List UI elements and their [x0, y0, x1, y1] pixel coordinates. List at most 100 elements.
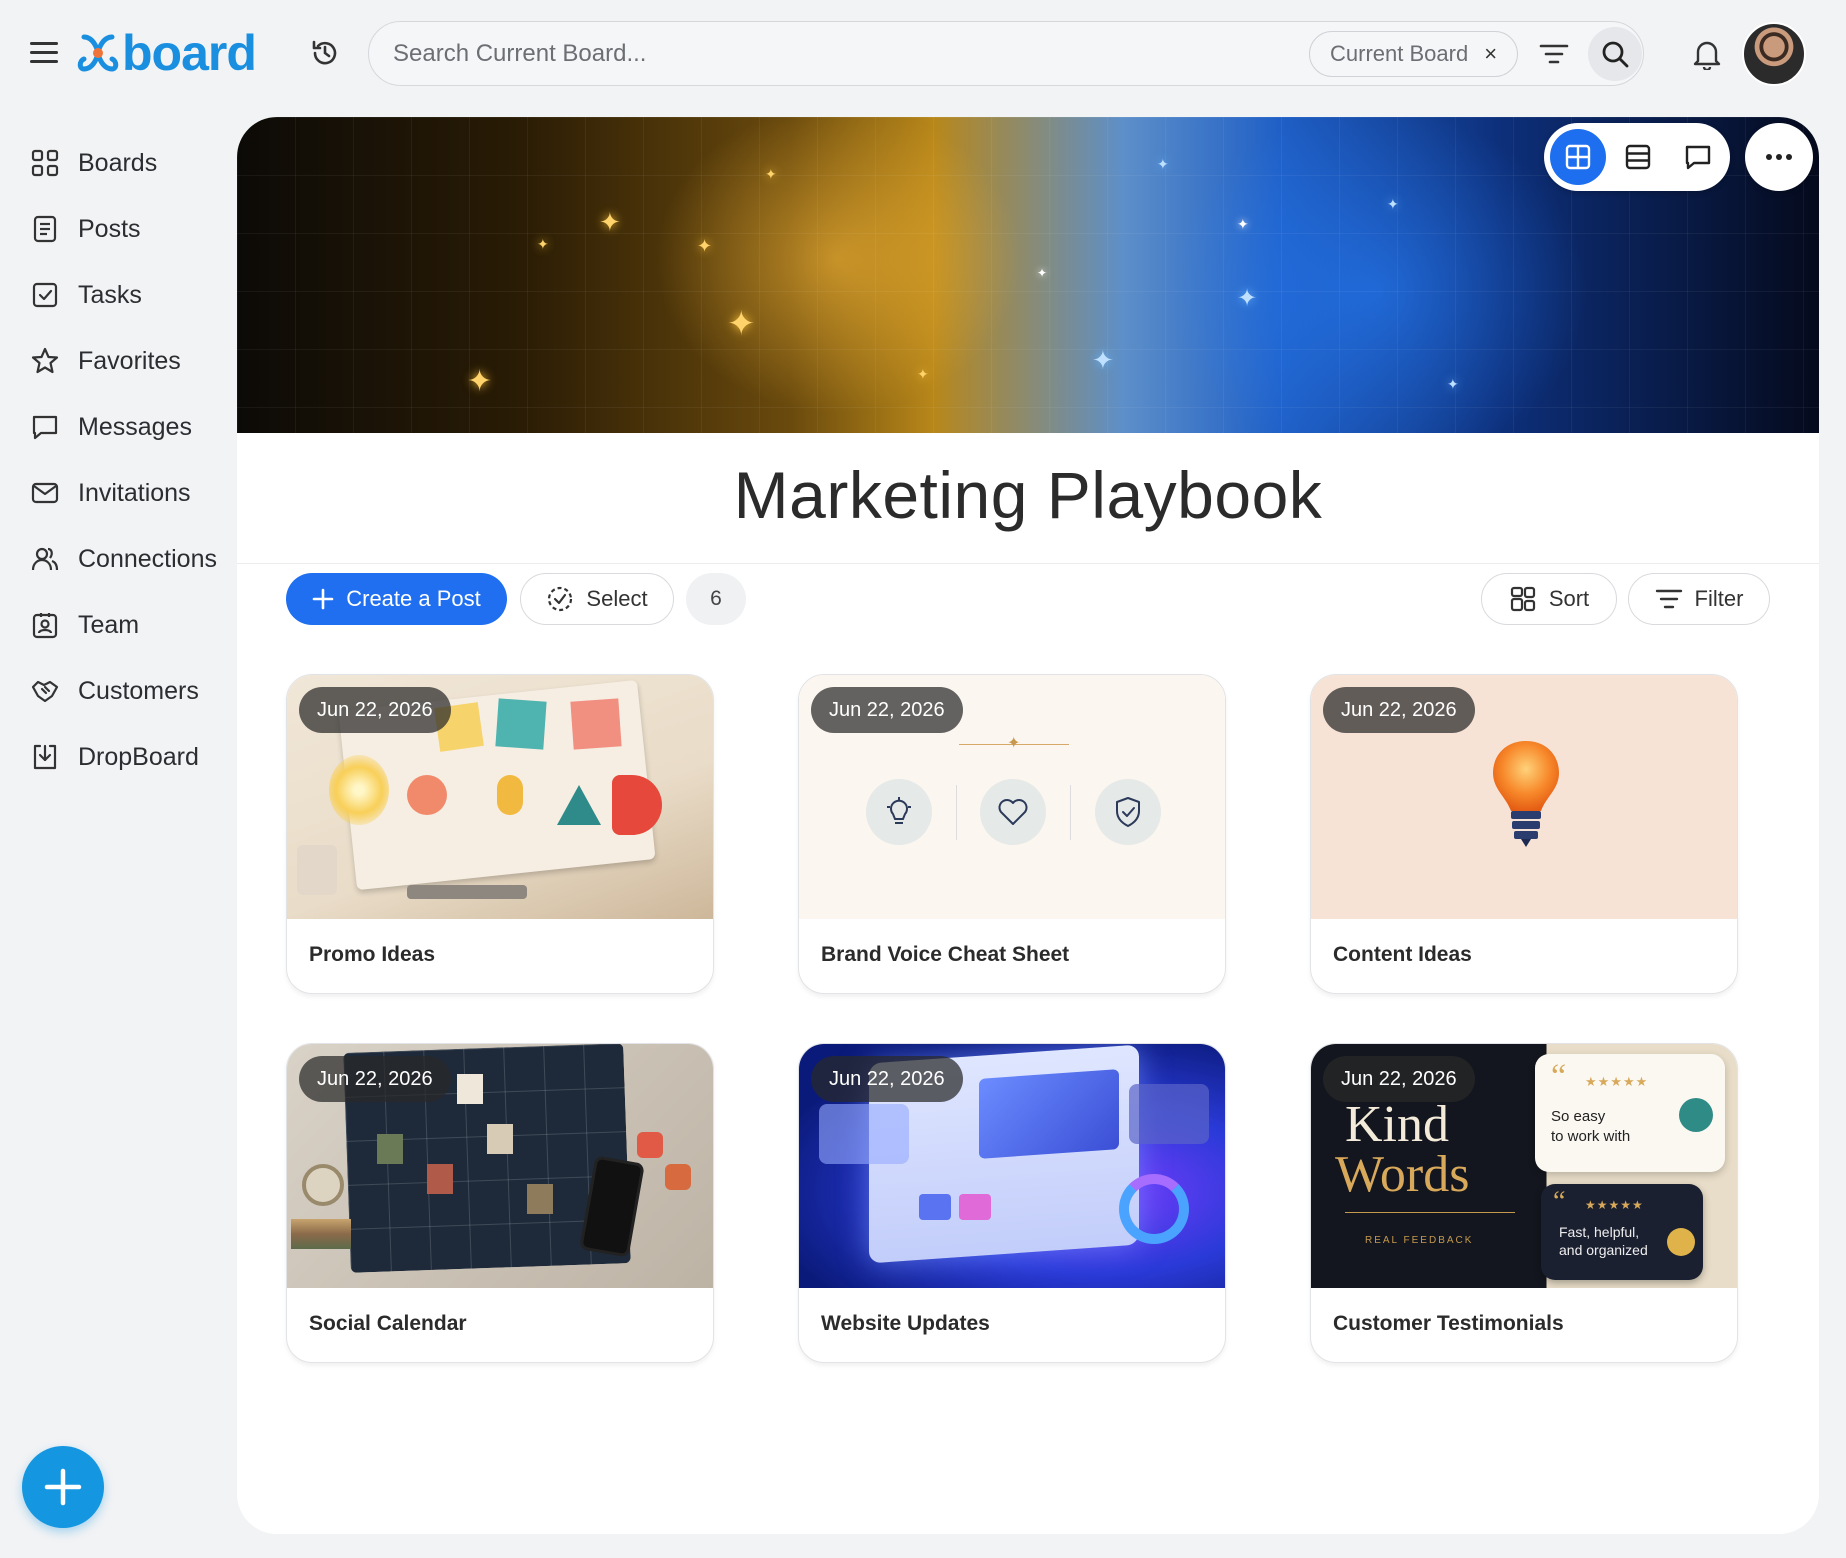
scope-chip[interactable]: Current Board ×	[1309, 31, 1519, 77]
sidebar-item-posts[interactable]: Posts	[0, 196, 236, 262]
sidebar-item-messages[interactable]: Messages	[0, 394, 236, 460]
sort-label: Sort	[1548, 586, 1590, 611]
star-sparkle: ✦	[599, 207, 621, 237]
swatches-art	[291, 1219, 351, 1249]
post-title: Customer Testimonials	[1333, 1312, 1564, 1335]
post-count-badge: 6	[686, 573, 746, 625]
photo-tile	[427, 1164, 453, 1194]
bell-icon[interactable]	[1692, 38, 1722, 70]
lightbulb-icon	[866, 779, 932, 845]
shape-art	[497, 775, 523, 815]
photo-tile	[487, 1124, 513, 1154]
chat-view-icon	[1685, 145, 1711, 170]
sidebar-item-label: Invitations	[78, 478, 191, 507]
testimonial-tagline: REAL FEEDBACK	[1365, 1235, 1474, 1246]
menu-icon[interactable]	[30, 42, 58, 64]
post-date: Jun 22, 2026	[811, 687, 963, 733]
sort-button[interactable]: Sort	[1481, 573, 1617, 625]
photo-tile	[457, 1074, 483, 1104]
check-badge-icon	[1667, 1228, 1695, 1256]
star-sparkle: ✦	[537, 236, 549, 252]
sidebar-item-connections[interactable]: Connections	[0, 526, 236, 592]
select-button[interactable]: Select	[520, 573, 674, 625]
post-date: Jun 22, 2026	[1323, 1056, 1475, 1102]
post-title: Promo Ideas	[309, 943, 436, 966]
quote-text: Fast, helpful,	[1559, 1224, 1640, 1240]
thumb-tile	[919, 1194, 951, 1220]
search-button[interactable]	[1588, 27, 1642, 81]
search-input[interactable]	[393, 34, 1273, 74]
sidebar-item-boards[interactable]: Boards	[0, 130, 236, 196]
divider	[1070, 785, 1071, 840]
post-title: Brand Voice Cheat Sheet	[821, 943, 1070, 966]
board-banner: ✦ ✦ ✦ ✦ ✦ ✦ ✦ ✦ ✦ ✦ ✦ ✦ ✦ ✦	[237, 117, 1819, 433]
quote-icon: “	[1553, 1186, 1566, 1217]
star-sparkle: ✦	[917, 366, 929, 382]
lightbulb-art	[1493, 741, 1559, 847]
filter-lines-icon[interactable]	[1539, 40, 1569, 68]
testimonial-headline: Words	[1335, 1146, 1470, 1203]
post-card-social-calendar[interactable]: Jun 22, 2026 Social Calendar	[286, 1043, 714, 1363]
laptop-art	[407, 885, 527, 899]
star-sparkle: ✦	[697, 236, 713, 256]
history-icon[interactable]	[310, 38, 340, 68]
post-card-promo-ideas[interactable]: Jun 22, 2026 Promo Ideas	[286, 674, 714, 994]
scope-chip-label: Current Board	[1330, 41, 1469, 66]
sticky-note	[495, 698, 547, 750]
list-view-button[interactable]	[1610, 129, 1666, 185]
quote-icon: “	[1551, 1058, 1567, 1095]
board-title: Marketing Playbook	[733, 458, 1323, 532]
list-view-icon	[1625, 144, 1651, 170]
quote-text: to work with	[1551, 1128, 1631, 1145]
post-card-customer-testimonials[interactable]: Kind Words REAL FEEDBACK “ ★★★★★ So easy…	[1310, 1043, 1738, 1363]
quote-bubble: “ ★★★★★ So easy to work with	[1535, 1054, 1725, 1172]
refresh-icon	[1119, 1174, 1189, 1244]
heart-icon	[980, 779, 1046, 845]
close-icon[interactable]: ×	[1484, 41, 1497, 67]
sidebar-item-dropboard[interactable]: DropBoard	[0, 724, 236, 790]
sidebar-item-label: Favorites	[78, 346, 181, 375]
floating-panel-art	[819, 1104, 909, 1164]
post-date: Jun 22, 2026	[299, 1056, 451, 1102]
search-bar: Current Board ×	[368, 21, 1644, 86]
star-sparkle: ✦	[1237, 216, 1249, 232]
chat-view-button[interactable]	[1670, 129, 1726, 185]
star-sparkle: ✦	[1037, 266, 1048, 280]
select-label: Select	[586, 586, 648, 611]
avatar[interactable]	[1742, 22, 1806, 86]
grid-view-icon	[1565, 144, 1591, 170]
post-date: Jun 22, 2026	[1323, 687, 1475, 733]
grid-view-button[interactable]	[1550, 129, 1606, 185]
sidebar-item-label: Posts	[78, 214, 141, 243]
filter-button[interactable]: Filter	[1628, 573, 1770, 625]
mountain-art	[557, 785, 601, 825]
post-date: Jun 22, 2026	[299, 687, 451, 733]
people-icon	[31, 547, 59, 571]
logo[interactable]: board	[76, 25, 257, 81]
more-options-button[interactable]	[1745, 123, 1813, 191]
star-sparkle: ✦	[1387, 196, 1399, 212]
sidebar-item-invitations[interactable]: Invitations	[0, 460, 236, 526]
sidebar: Boards Posts Tasks Favorites Messages In…	[0, 130, 236, 790]
post-card-website-updates[interactable]: Jun 22, 2026 Website Updates	[798, 1043, 1226, 1363]
post-card-content-ideas[interactable]: Jun 22, 2026 Content Ideas	[1310, 674, 1738, 994]
sidebar-item-customers[interactable]: Customers	[0, 658, 236, 724]
hero-image-art	[979, 1069, 1119, 1159]
ellipsis-icon	[1766, 154, 1792, 160]
sidebar-item-team[interactable]: Team	[0, 592, 236, 658]
shape-art	[407, 775, 447, 815]
heart-badge-art	[637, 1132, 663, 1158]
sidebar-item-label: Connections	[78, 544, 217, 573]
star-sparkle: ✦	[1447, 376, 1459, 392]
add-button[interactable]	[22, 1446, 104, 1528]
post-card-brand-voice[interactable]: ✦ Jun 22, 2026 Brand Voice Cheat Sheet	[798, 674, 1226, 994]
sidebar-item-favorites[interactable]: Favorites	[0, 328, 236, 394]
mug-art	[297, 845, 337, 895]
post-title: Social Calendar	[309, 1312, 467, 1335]
heart-badge-icon	[1679, 1098, 1713, 1132]
testimonial-headline: Kind	[1345, 1096, 1449, 1153]
sidebar-item-tasks[interactable]: Tasks	[0, 262, 236, 328]
create-post-button[interactable]: Create a Post	[286, 573, 507, 625]
sidebar-item-label: Boards	[78, 148, 158, 177]
search-icon	[1602, 41, 1629, 68]
